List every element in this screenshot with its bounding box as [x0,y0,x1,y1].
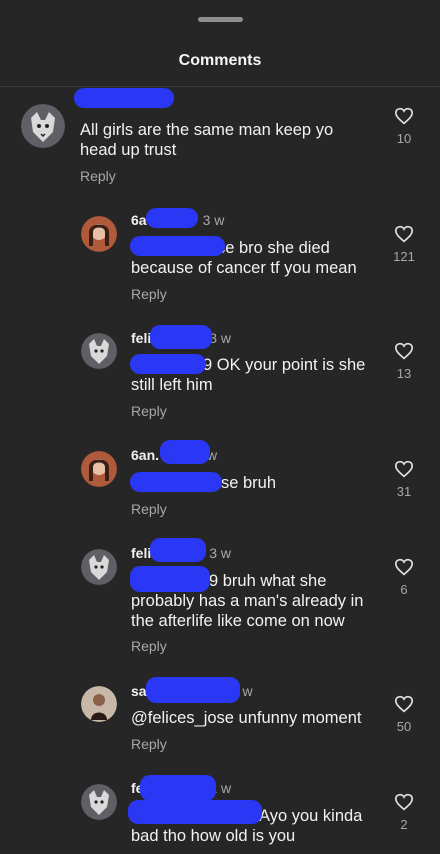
redaction [150,325,212,349]
redaction [146,677,240,703]
redaction [146,208,198,228]
heart-outline-icon [394,558,414,576]
like-count: 6 [400,582,408,597]
avatar[interactable] [81,216,117,252]
heart-outline-icon [394,695,414,713]
redaction [128,800,262,824]
like-count: 50 [396,719,412,734]
redaction [150,538,206,562]
heart-outline-icon [394,460,414,478]
avatar[interactable] [81,549,117,585]
like-button[interactable]: 50 [390,695,418,734]
avatar[interactable] [21,104,65,148]
like-button[interactable]: 10 [390,107,418,146]
reply-button[interactable]: Reply [131,736,167,752]
reply-button[interactable]: Reply [131,638,167,654]
header-divider [0,86,440,87]
timestamp: w [242,683,253,699]
reply-button[interactable]: Reply [131,403,167,419]
timestamp: 3 w [202,212,225,228]
like-count: 121 [393,249,415,264]
avatar[interactable] [81,784,117,820]
reply-button[interactable]: Reply [131,286,167,302]
page-title: Comments [178,52,262,69]
like-button[interactable]: 31 [390,460,418,499]
like-button[interactable]: 13 [390,342,418,381]
comment-text: All girls are the same man keep yo head … [80,121,334,159]
heart-outline-icon [394,225,414,243]
heart-outline-icon [394,793,414,811]
username[interactable]: 6a [131,212,147,228]
redaction [130,566,210,592]
like-count: 10 [396,131,412,146]
like-count: 31 [396,484,412,499]
username[interactable]: feli [131,330,151,346]
reply-button[interactable]: Reply [80,168,116,184]
avatar[interactable] [81,686,117,722]
username[interactable]: feli [131,545,151,561]
drag-handle[interactable] [198,17,243,22]
comment-text: @felices_jose unfunny moment [131,709,362,727]
reply-button[interactable]: Reply [131,501,167,517]
redaction [130,472,222,492]
redaction [130,236,225,256]
redaction [74,88,174,108]
heart-outline-icon [394,342,414,360]
avatar[interactable] [81,451,117,487]
like-count: 13 [396,366,412,381]
like-button[interactable]: 6 [390,558,418,597]
redaction [140,775,216,801]
redaction [130,354,206,374]
timestamp: 3 w [209,330,232,346]
timestamp: 3 w [209,545,232,561]
avatar[interactable] [81,333,117,369]
like-count: 2 [400,817,408,832]
username[interactable]: 6an. [131,447,159,463]
like-button[interactable]: 121 [390,225,418,264]
redaction [160,440,210,464]
heart-outline-icon [394,107,414,125]
like-button[interactable]: 2 [390,793,418,832]
